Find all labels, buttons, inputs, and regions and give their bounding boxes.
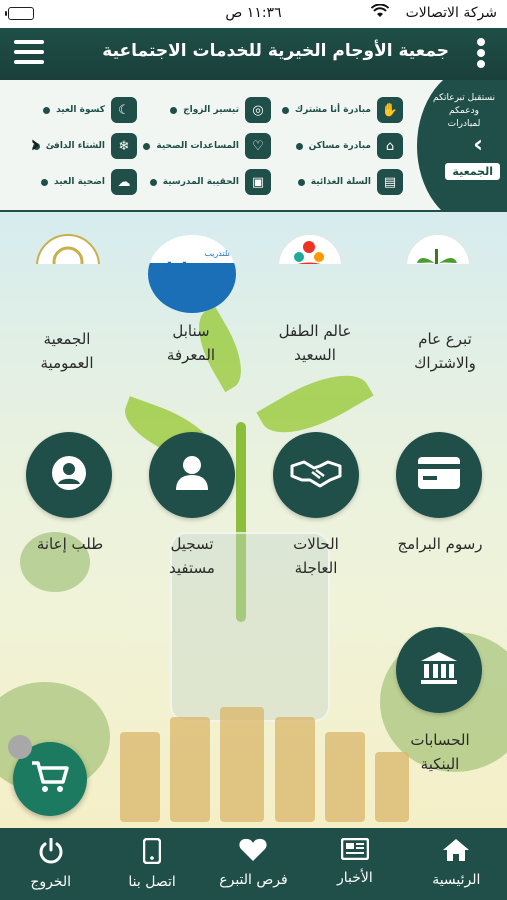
- credit-card-icon: [417, 456, 461, 494]
- banner-program: ▤ السلة الغذائية: [297, 169, 403, 195]
- urgent-cases-label[interactable]: الحالات العاجلة: [266, 532, 366, 580]
- aid-request-label[interactable]: طلب إعانة: [18, 532, 122, 556]
- sanabel-image[interactable]: سنابل للتدريب: [148, 235, 236, 313]
- happy-child-image[interactable]: [275, 224, 345, 264]
- bottom-navigation: الرئيسية الأخبار فرص التبرع اتصل بنا الخ…: [0, 828, 507, 900]
- banner-program: ⌂ مبادرة مساكن: [295, 133, 403, 159]
- house-icon: ⌂: [377, 133, 403, 159]
- sheep-icon: ☁: [111, 169, 137, 195]
- app-header: جمعية الأوجام الخيرية للخدمات الاجتماعية: [0, 28, 507, 80]
- banner-program: ◎ تيسير الزواج: [170, 97, 271, 123]
- rings-icon: ◎: [245, 97, 271, 123]
- status-bar: شركة الاتصالات ١١:٣٦ ص: [0, 0, 507, 28]
- more-vertical-icon[interactable]: [475, 38, 487, 70]
- program-fees-label[interactable]: رسوم البرامج: [388, 532, 492, 556]
- wifi-icon: [370, 3, 390, 22]
- user-icon: [175, 455, 209, 495]
- banner-program: ▣ الحقيبة المدرسية: [149, 169, 271, 195]
- bag-icon: ▣: [245, 169, 271, 195]
- bank-accounts-button[interactable]: [396, 627, 482, 713]
- user-circle-icon: [50, 454, 88, 496]
- battery-icon: [5, 7, 34, 20]
- sanabel-label[interactable]: سنابل المعرفة: [146, 319, 236, 367]
- banner-program: ☾ كسوة العيد: [43, 97, 137, 123]
- hands-icon: ✋: [377, 97, 403, 123]
- crescent-icon: ☾: [111, 97, 137, 123]
- general-donation-image[interactable]: [403, 224, 473, 264]
- register-beneficiary-label[interactable]: تسجيل مستفيد: [142, 532, 242, 580]
- phone-icon: [142, 837, 162, 868]
- banner-program: ✋ مبادرة أنا مشترك: [281, 97, 403, 123]
- power-icon: [38, 837, 64, 868]
- chevron-left-icon[interactable]: ‹: [24, 130, 40, 158]
- basket-icon: ▤: [377, 169, 403, 195]
- cart-icon: [31, 760, 69, 798]
- page-title: جمعية الأوجام الخيرية للخدمات الاجتماعية: [102, 41, 449, 61]
- general-assembly-image[interactable]: [33, 224, 103, 264]
- aid-request-button[interactable]: [26, 432, 112, 518]
- general-donation-label[interactable]: تبرع عام والاشتراك: [400, 327, 490, 375]
- banner-program: ♡ المساعدات الصحية: [143, 133, 271, 159]
- handshake-icon: [290, 458, 342, 492]
- programs-banner[interactable]: نستقبل تبرعاتكم ودعمكم لمبادرات الجمعية …: [0, 80, 507, 212]
- nav-logout[interactable]: الخروج: [0, 828, 101, 900]
- banner-logo-tag: الجمعية: [444, 162, 501, 181]
- bank-accounts-label[interactable]: الحسابات البنكية: [388, 728, 492, 776]
- nav-home[interactable]: الرئيسية: [406, 828, 507, 900]
- home-icon: [442, 838, 470, 866]
- bank-icon: [419, 650, 459, 690]
- general-assembly-label[interactable]: الجمعية العمومية: [22, 327, 112, 375]
- nav-donation-opportunities[interactable]: فرص التبرع: [203, 828, 304, 900]
- hamburger-icon[interactable]: [14, 40, 44, 68]
- happy-child-label[interactable]: عالم الطفل السعيد: [270, 319, 360, 367]
- clock: ١١:٣٦ ص: [225, 5, 282, 21]
- banner-logo-text: نستقبل تبرعاتكم ودعمكم لمبادرات: [433, 93, 495, 129]
- carrier-name: شركة الاتصالات: [405, 5, 497, 21]
- floating-handle[interactable]: [8, 735, 32, 759]
- nav-news[interactable]: الأخبار: [304, 828, 405, 900]
- chevron-right-icon[interactable]: ›: [467, 130, 483, 158]
- newspaper-icon: [340, 837, 370, 864]
- banner-program: ☁ اضحية العيد: [41, 169, 137, 195]
- heart-icon: [239, 838, 268, 866]
- urgent-cases-button[interactable]: [273, 432, 359, 518]
- nav-contact-us[interactable]: اتصل بنا: [101, 828, 202, 900]
- register-beneficiary-button[interactable]: [149, 432, 235, 518]
- heart-icon: ♡: [245, 133, 271, 159]
- banner-program: ❄ الشتاء الدافئ: [32, 133, 137, 159]
- program-fees-button[interactable]: [396, 432, 482, 518]
- snowflake-icon: ❄: [111, 133, 137, 159]
